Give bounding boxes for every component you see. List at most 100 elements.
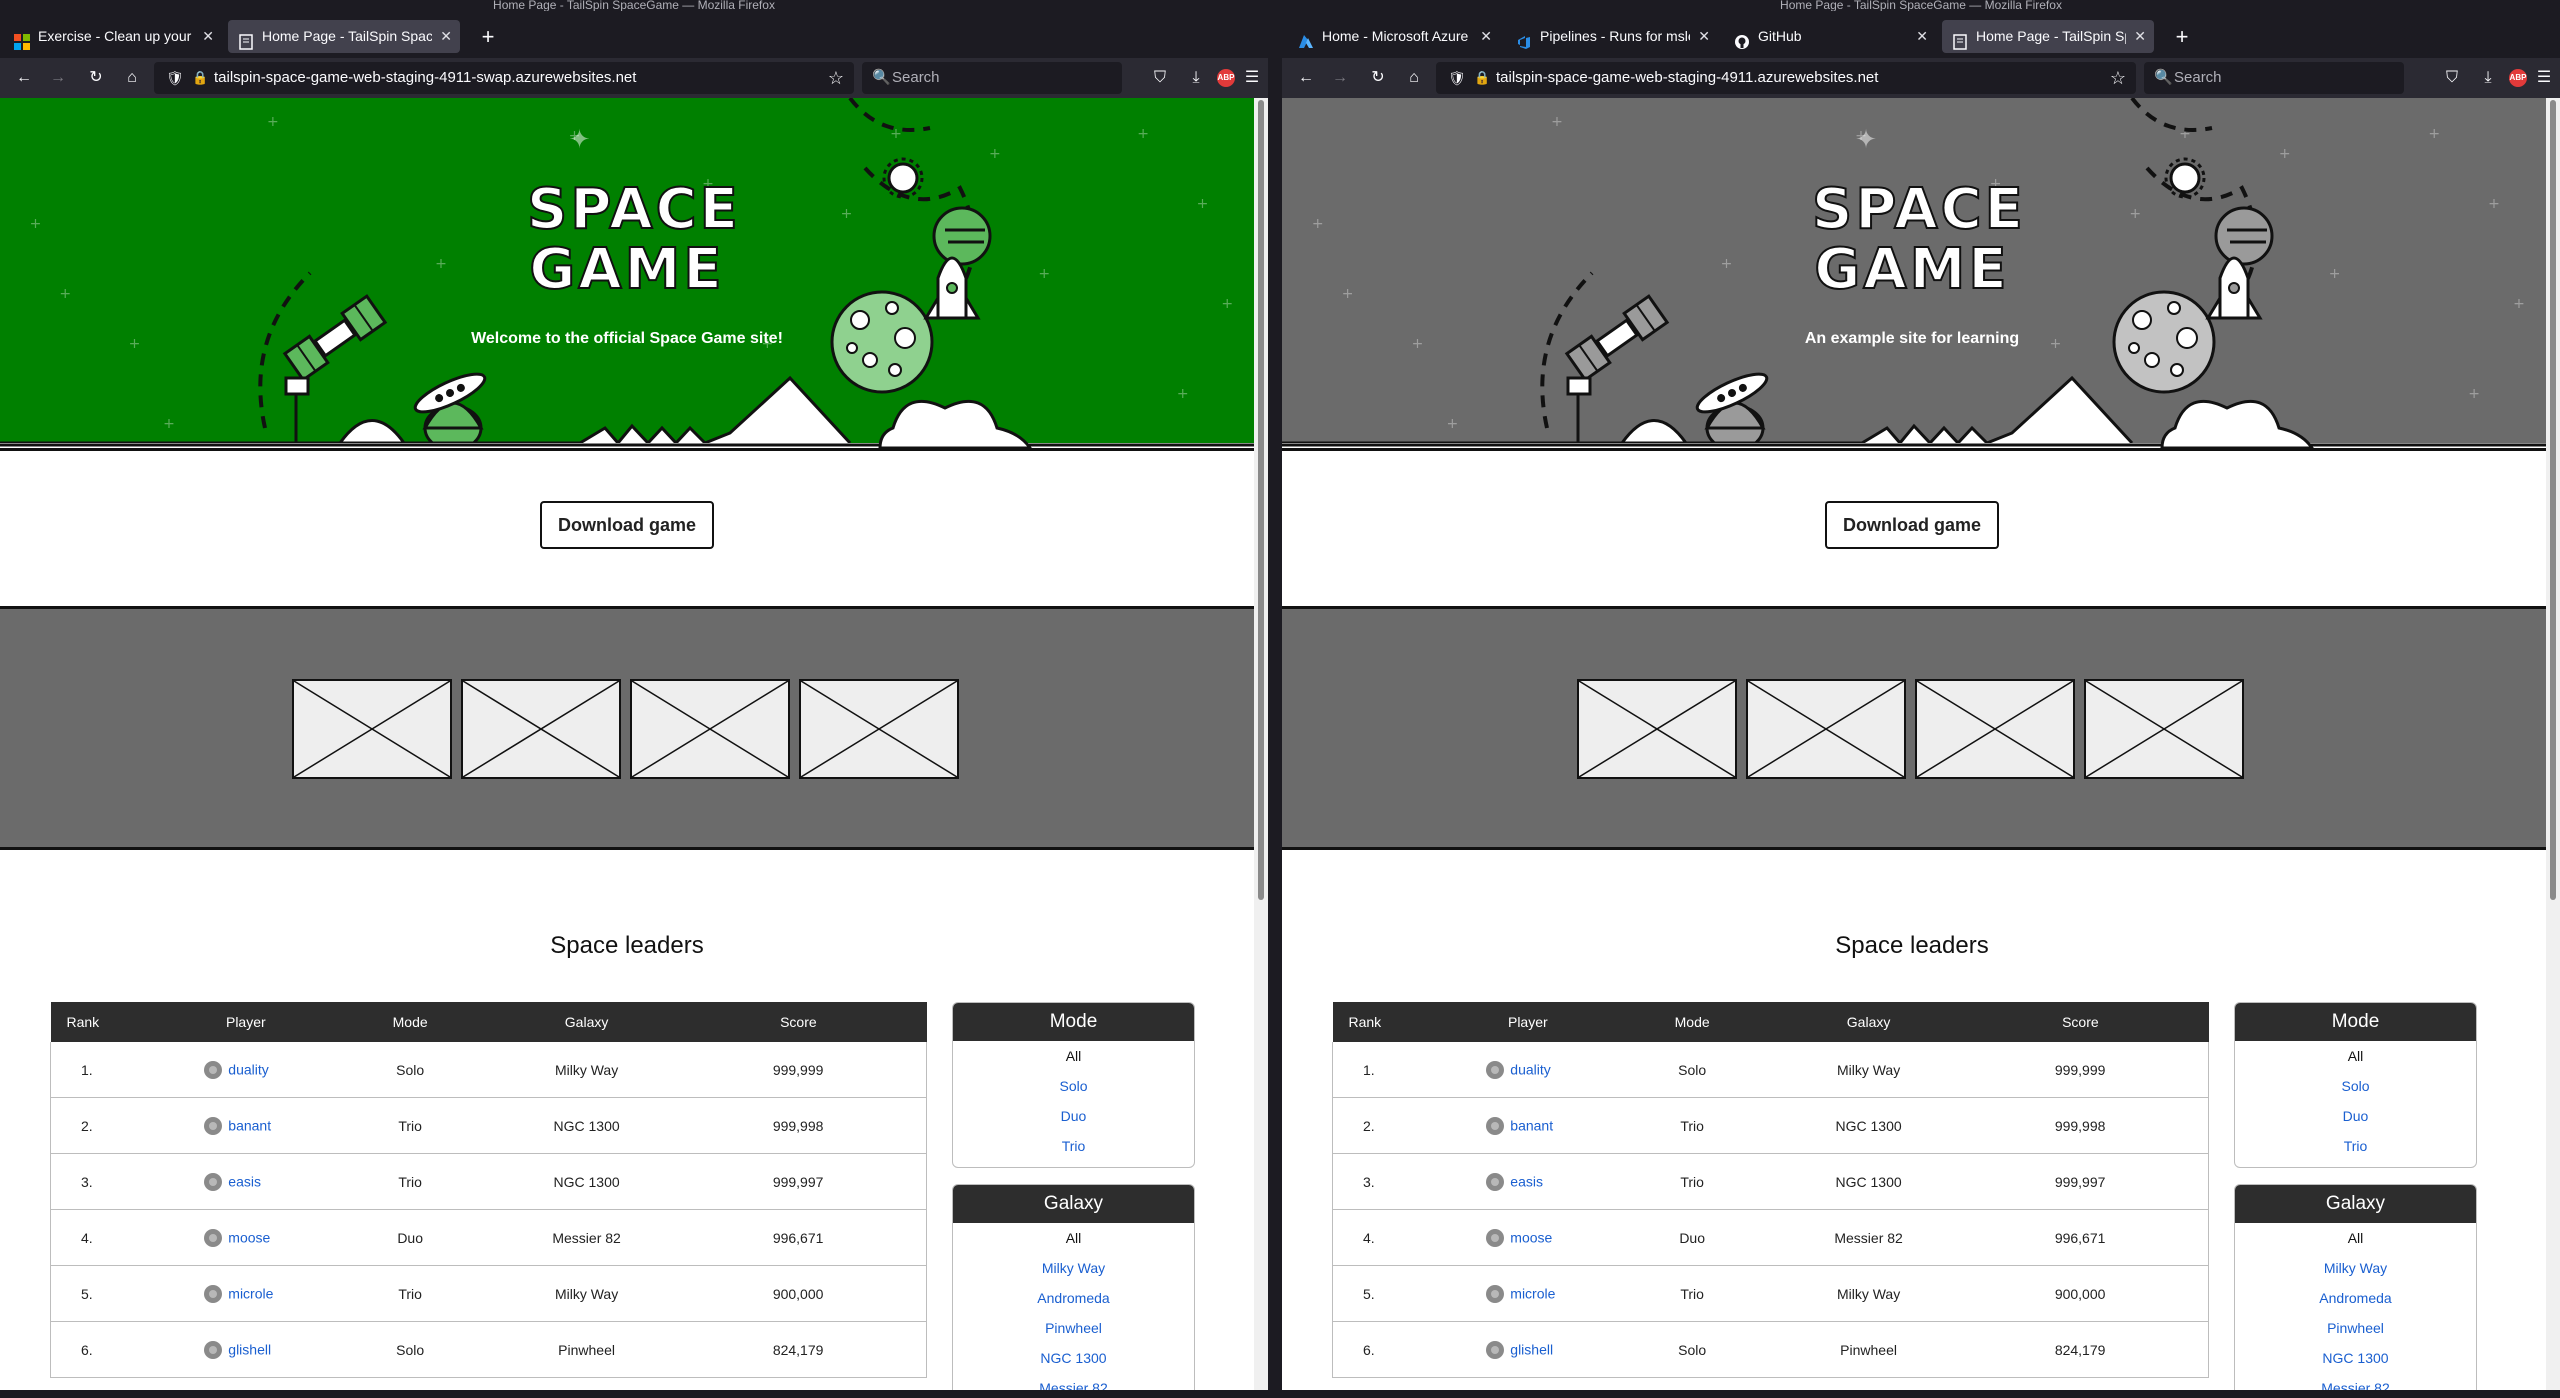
- scrollbar-thumb[interactable]: [2550, 100, 2556, 900]
- table-row: 2. banant Trio NGC 1300 999,998: [1332, 1097, 2210, 1154]
- score-cell: 999,997: [670, 1153, 928, 1210]
- filter-option[interactable]: Solo: [953, 1071, 1194, 1101]
- download-game-button[interactable]: Download game: [540, 501, 714, 549]
- new-tab-button[interactable]: +: [476, 25, 500, 49]
- reload-button[interactable]: ↻: [84, 66, 108, 90]
- close-tab-icon[interactable]: ✕: [1698, 20, 1710, 53]
- forward-button[interactable]: →: [46, 66, 70, 90]
- gallery-image-placeholder[interactable]: [1746, 679, 1906, 779]
- bookmark-star-icon[interactable]: ☆: [828, 62, 844, 94]
- filter-option[interactable]: Messier 82: [953, 1373, 1194, 1390]
- gallery-image-placeholder[interactable]: [1577, 679, 1737, 779]
- downloads-icon[interactable]: ⤓: [1184, 66, 1208, 90]
- address-bar[interactable]: 🛡 🔒 tailspin-space-game-web-staging-4911.a…: [1436, 62, 2136, 94]
- close-tab-icon[interactable]: ✕: [2134, 20, 2146, 53]
- close-tab-icon[interactable]: ✕: [1916, 20, 1928, 53]
- download-game-button[interactable]: Download game: [1825, 501, 1999, 549]
- player-link[interactable]: microle: [1510, 1286, 1555, 1302]
- player-link[interactable]: easis: [228, 1174, 261, 1190]
- table-row: 6. glishell Solo Pinwheel 824,179: [1332, 1321, 2210, 1378]
- filter-option[interactable]: All: [2235, 1223, 2476, 1253]
- hero-title-line2: GAME: [1813, 237, 2010, 302]
- gallery-image-placeholder[interactable]: [461, 679, 621, 779]
- filter-option[interactable]: Milky Way: [953, 1253, 1194, 1283]
- menu-icon[interactable]: ☰: [1240, 66, 1264, 90]
- filter-option[interactable]: Duo: [953, 1101, 1194, 1131]
- mode-filter-title: Mode: [953, 1003, 1194, 1041]
- player-link[interactable]: moose: [1510, 1230, 1552, 1246]
- adblock-icon[interactable]: ABP: [1217, 69, 1235, 87]
- svg-text:+: +: [1177, 386, 1189, 402]
- filter-option[interactable]: Andromeda: [953, 1283, 1194, 1313]
- filter-option[interactable]: Solo: [2235, 1071, 2476, 1101]
- filter-option[interactable]: Messier 82: [2235, 1373, 2476, 1390]
- gallery-image-placeholder[interactable]: [630, 679, 790, 779]
- score-cell: 999,997: [1952, 1153, 2210, 1210]
- tab-label: Home - Microsoft Azure: [1322, 28, 1469, 44]
- filter-option[interactable]: NGC 1300: [953, 1343, 1194, 1373]
- search-box[interactable]: 🔍 Search: [2144, 62, 2404, 94]
- adblock-icon[interactable]: ABP: [2509, 69, 2527, 87]
- pocket-icon[interactable]: ⛉: [1148, 66, 1172, 90]
- column-header-rank: Rank: [50, 1002, 175, 1042]
- vertical-scrollbar[interactable]: [1254, 98, 1268, 1390]
- gallery-image-placeholder[interactable]: [2084, 679, 2244, 779]
- pocket-icon[interactable]: ⛉: [2440, 66, 2464, 90]
- lock-icon[interactable]: 🔒: [192, 62, 208, 94]
- forward-button[interactable]: →: [1328, 66, 1352, 90]
- player-link[interactable]: moose: [228, 1230, 270, 1246]
- gallery-image-placeholder[interactable]: [799, 679, 959, 779]
- player-link[interactable]: banant: [228, 1118, 271, 1134]
- scrollbar-thumb[interactable]: [1258, 100, 1264, 900]
- player-link[interactable]: duality: [1510, 1062, 1550, 1078]
- player-avatar-icon: [204, 1060, 223, 1079]
- player-link[interactable]: easis: [1510, 1174, 1543, 1190]
- filter-option[interactable]: Milky Way: [2235, 1253, 2476, 1283]
- filter-option[interactable]: Pinwheel: [953, 1313, 1194, 1343]
- player-link[interactable]: banant: [1510, 1118, 1553, 1134]
- address-bar[interactable]: 🛡 🔒 tailspin-space-game-web-staging-4911-s…: [154, 62, 854, 94]
- close-tab-icon[interactable]: ✕: [202, 20, 214, 53]
- downloads-icon[interactable]: ⤓: [2476, 66, 2500, 90]
- score-cell: 999,999: [1952, 1042, 2210, 1098]
- vertical-scrollbar[interactable]: [2546, 98, 2560, 1390]
- svg-text:+: +: [129, 336, 141, 352]
- column-header-mode: Mode: [317, 1002, 503, 1042]
- back-button[interactable]: ←: [12, 66, 36, 90]
- tracking-shield-icon[interactable]: 🛡: [166, 62, 184, 94]
- galaxy-cell: Pinwheel: [502, 1321, 671, 1378]
- filter-option[interactable]: Andromeda: [2235, 1283, 2476, 1313]
- home-button[interactable]: ⌂: [120, 66, 144, 90]
- bookmark-star-icon[interactable]: ☆: [2110, 62, 2126, 94]
- tab-home-page-tailspin-spaceg[interactable]: Home Page - TailSpin SpaceG ✕: [1942, 20, 2154, 53]
- tab-home-microsoft-azure[interactable]: Home - Microsoft Azure ✕: [1288, 20, 1500, 53]
- tracking-shield-icon[interactable]: 🛡: [1448, 62, 1466, 94]
- filter-option[interactable]: NGC 1300: [2235, 1343, 2476, 1373]
- player-link[interactable]: duality: [228, 1062, 268, 1078]
- gallery-image-placeholder[interactable]: [292, 679, 452, 779]
- filter-option[interactable]: Trio: [953, 1131, 1194, 1161]
- tab-home-page-tailspin-spaceg[interactable]: Home Page - TailSpin SpaceG ✕: [228, 20, 460, 53]
- player-link[interactable]: glishell: [1510, 1342, 1553, 1358]
- menu-icon[interactable]: ☰: [2532, 66, 2556, 90]
- filter-option[interactable]: Pinwheel: [2235, 1313, 2476, 1343]
- filter-option[interactable]: All: [2235, 1041, 2476, 1071]
- player-link[interactable]: microle: [228, 1286, 273, 1302]
- search-box[interactable]: 🔍 Search: [862, 62, 1122, 94]
- tab-github[interactable]: GitHub ✕: [1724, 20, 1936, 53]
- filter-option[interactable]: Trio: [2235, 1131, 2476, 1161]
- player-link[interactable]: glishell: [228, 1342, 271, 1358]
- tab-pipelines-runs-for-mslearn[interactable]: Pipelines - Runs for mslearn ✕: [1506, 20, 1718, 53]
- home-button[interactable]: ⌂: [1402, 66, 1426, 90]
- reload-button[interactable]: ↻: [1366, 66, 1390, 90]
- tab-exercise-clean-up-your-env[interactable]: Exercise - Clean up your env ✕: [4, 20, 222, 53]
- filter-option[interactable]: Duo: [2235, 1101, 2476, 1131]
- new-tab-button[interactable]: +: [2170, 25, 2194, 49]
- filter-option[interactable]: All: [953, 1041, 1194, 1071]
- close-tab-icon[interactable]: ✕: [440, 20, 452, 53]
- back-button[interactable]: ←: [1294, 66, 1318, 90]
- close-tab-icon[interactable]: ✕: [1480, 20, 1492, 53]
- gallery-image-placeholder[interactable]: [1915, 679, 2075, 779]
- filter-option[interactable]: All: [953, 1223, 1194, 1253]
- lock-icon[interactable]: 🔒: [1474, 62, 1490, 94]
